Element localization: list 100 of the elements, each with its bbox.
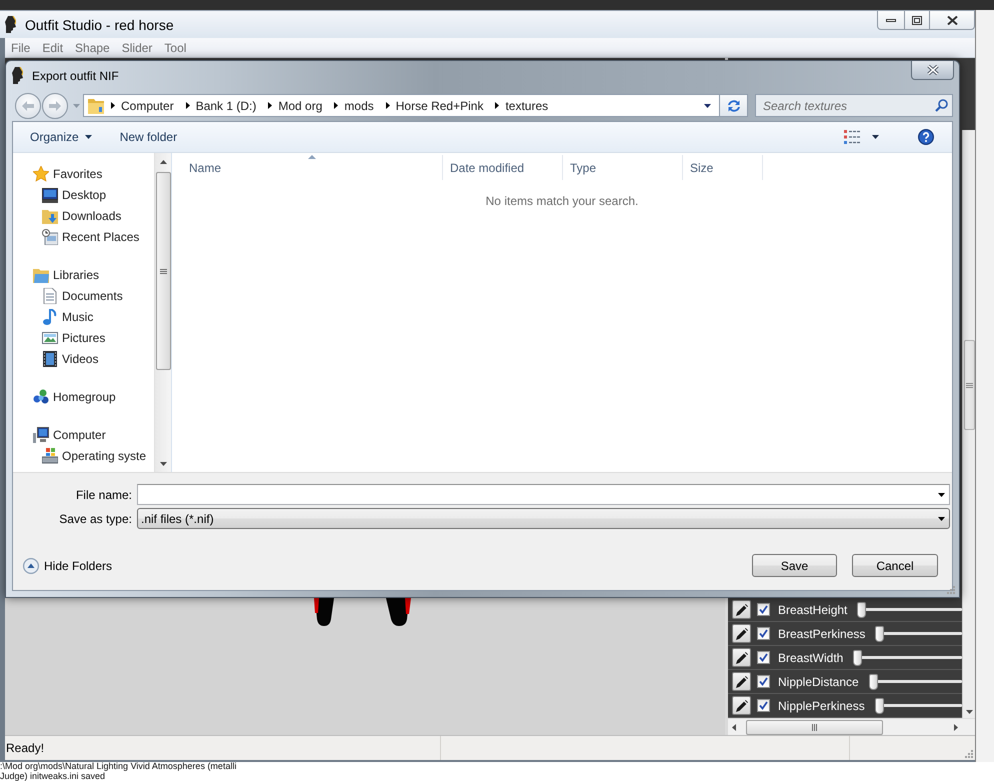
breadcrumb-arrow-icon[interactable] bbox=[268, 102, 272, 109]
resize-grip-icon[interactable] bbox=[946, 585, 955, 594]
edit-button[interactable] bbox=[732, 672, 751, 691]
nav-item[interactable]: Favorites bbox=[13, 163, 154, 184]
breadcrumb-item[interactable]: Mod org bbox=[278, 98, 322, 112]
caret-icon bbox=[938, 516, 945, 520]
refresh-icon bbox=[726, 98, 742, 112]
nav-item[interactable]: Desktop bbox=[13, 184, 154, 205]
breadcrumb-item[interactable]: Bank 1 (D:) bbox=[196, 98, 256, 112]
slider-thumb[interactable] bbox=[874, 698, 884, 714]
checkbox[interactable] bbox=[757, 603, 770, 616]
menu-item[interactable]: Slider bbox=[116, 40, 158, 54]
scrollbar-thumb[interactable] bbox=[964, 340, 974, 430]
save-button[interactable]: Save bbox=[752, 554, 837, 577]
field-label: File name: bbox=[76, 488, 132, 502]
checkbox[interactable] bbox=[757, 627, 770, 640]
refresh-button[interactable] bbox=[720, 94, 748, 117]
address-bar[interactable]: Computer Bank 1 (D:) Mod org mods Horse Red+Pink textures bbox=[83, 94, 720, 117]
breadcrumb-item[interactable]: textures bbox=[505, 98, 548, 112]
column-header[interactable]: Name bbox=[182, 155, 443, 180]
menu-item[interactable]: Tool bbox=[158, 40, 192, 54]
nav-item[interactable]: Homegroup bbox=[13, 386, 154, 407]
slider-thumb[interactable] bbox=[868, 674, 878, 690]
maximize-button[interactable] bbox=[905, 11, 930, 30]
slider-thumb[interactable] bbox=[857, 602, 866, 618]
picture-icon bbox=[42, 330, 58, 346]
slider-thumb[interactable] bbox=[875, 626, 884, 642]
breadcrumb-item[interactable]: Horse Red+Pink bbox=[396, 98, 484, 112]
close-button[interactable] bbox=[930, 11, 975, 30]
breadcrumb-arrow-icon[interactable] bbox=[186, 102, 190, 109]
log-line: :\Mod org\mods\Natural Lighting Vivid Atmospheres (metalli bbox=[0, 762, 236, 772]
scrollbar-thumb[interactable] bbox=[156, 172, 170, 370]
breadcrumb-arrow-icon[interactable] bbox=[386, 102, 390, 109]
dialog-title: Export outfit NIF bbox=[32, 68, 119, 82]
column-header[interactable]: Type bbox=[563, 155, 683, 180]
vertical-scrollbar[interactable] bbox=[962, 130, 975, 718]
horizontal-scrollbar[interactable] bbox=[728, 718, 962, 735]
nav-item[interactable]: Pictures bbox=[13, 327, 154, 348]
caret-icon[interactable] bbox=[704, 104, 711, 108]
slider-track[interactable] bbox=[875, 626, 962, 642]
file-type-dropdown[interactable]: .nif files (*.nif) bbox=[137, 508, 950, 529]
file-name-field[interactable] bbox=[137, 484, 950, 505]
menu-item[interactable]: File bbox=[5, 40, 36, 54]
minimize-button[interactable] bbox=[877, 11, 905, 30]
breadcrumb-arrow-icon[interactable] bbox=[111, 102, 115, 109]
edit-button[interactable] bbox=[732, 696, 751, 715]
hide-folders-button[interactable]: Hide Folders bbox=[23, 558, 112, 574]
new-folder-button[interactable]: New folder bbox=[112, 126, 184, 148]
organize-button[interactable]: Organize bbox=[23, 126, 99, 148]
arrow-right-icon bbox=[49, 100, 61, 110]
nav-item[interactable]: Downloads bbox=[13, 205, 154, 226]
edit-button[interactable] bbox=[732, 624, 751, 643]
vertical-scrollbar[interactable] bbox=[154, 153, 171, 472]
arrow-right-icon bbox=[954, 724, 958, 730]
slider-track[interactable] bbox=[868, 674, 962, 690]
log-line: Judge) initweaks.ini saved bbox=[0, 772, 106, 781]
checkbox[interactable] bbox=[757, 651, 770, 664]
edit-button[interactable] bbox=[732, 600, 751, 619]
pencil-icon bbox=[736, 676, 748, 688]
nav-item[interactable]: Documents bbox=[13, 285, 154, 306]
breadcrumb-arrow-icon[interactable] bbox=[495, 102, 500, 109]
pencil-icon bbox=[736, 604, 748, 616]
music-note-icon bbox=[42, 308, 58, 324]
scrollbar-thumb[interactable] bbox=[746, 720, 883, 734]
nav-item[interactable]: Libraries bbox=[13, 264, 154, 285]
view-list-icon bbox=[844, 130, 860, 144]
menu-item[interactable]: Edit bbox=[36, 40, 70, 54]
checkbox[interactable] bbox=[757, 699, 770, 712]
slider-label: BreastPerkiness bbox=[778, 626, 866, 640]
cancel-button[interactable]: Cancel bbox=[852, 554, 938, 577]
checkbox[interactable] bbox=[757, 675, 770, 688]
slider-track[interactable] bbox=[874, 698, 962, 714]
slider-thumb[interactable] bbox=[853, 650, 862, 666]
download-folder-icon bbox=[42, 208, 58, 224]
spheres-icon bbox=[33, 388, 49, 404]
resize-grip-icon[interactable] bbox=[964, 749, 973, 758]
nav-item[interactable]: Music bbox=[13, 306, 154, 327]
edit-button[interactable] bbox=[732, 648, 751, 667]
nav-item[interactable]: Operating syste bbox=[13, 445, 154, 466]
star-icon bbox=[33, 166, 49, 182]
slider-track[interactable] bbox=[857, 602, 962, 618]
close-button[interactable] bbox=[911, 61, 954, 80]
breadcrumb-arrow-icon[interactable] bbox=[334, 102, 338, 109]
column-header[interactable]: Size bbox=[683, 155, 763, 180]
nav-item[interactable]: Videos bbox=[13, 348, 154, 369]
search-field[interactable]: Search textures bbox=[755, 94, 953, 117]
nav-item[interactable]: Recent Places bbox=[13, 226, 154, 247]
back-button[interactable] bbox=[15, 92, 41, 118]
search-icon bbox=[935, 99, 948, 112]
window-title: Outfit Studio - red horse bbox=[25, 16, 174, 32]
nav-item[interactable]: Computer bbox=[13, 424, 154, 445]
document-icon bbox=[42, 288, 58, 304]
close-icon bbox=[946, 16, 958, 24]
breadcrumb-item[interactable]: mods bbox=[344, 98, 374, 112]
breadcrumb-item[interactable]: Computer bbox=[121, 98, 174, 112]
slider-track[interactable] bbox=[853, 650, 962, 666]
column-header[interactable]: Date modified bbox=[443, 155, 563, 180]
menu-item[interactable]: Shape bbox=[69, 40, 116, 54]
forward-button[interactable] bbox=[42, 92, 68, 118]
grip-icon bbox=[160, 268, 166, 274]
